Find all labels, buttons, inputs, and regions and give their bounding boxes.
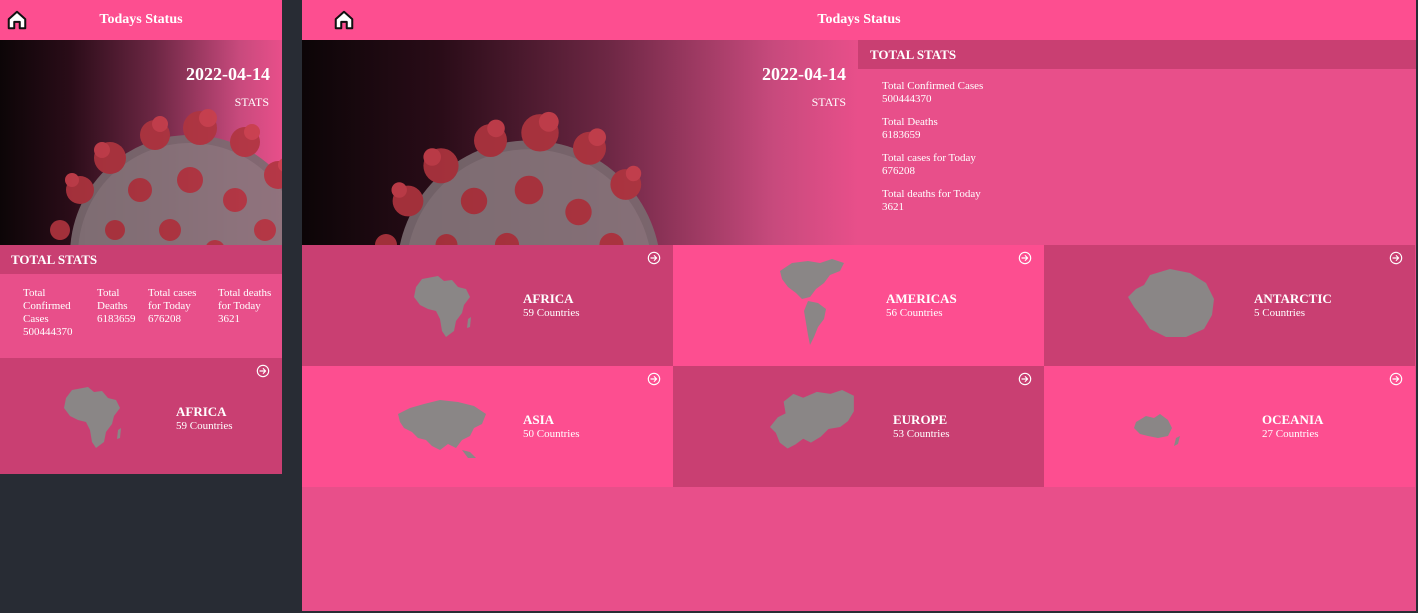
- stat-deaths: Total Deaths 6183659: [97, 287, 139, 358]
- arrow-circle-right-icon[interactable]: [647, 372, 661, 386]
- arrow-circle-right-icon[interactable]: [1018, 372, 1032, 386]
- africa-map-icon: [56, 384, 130, 454]
- stat-deaths-today: Total deaths for Today 3621: [882, 188, 1416, 214]
- home-icon[interactable]: [333, 9, 355, 31]
- continent-card-oceania[interactable]: OCEANIA 27 Countries: [1044, 366, 1415, 487]
- hero-banner: 2022-04-14 STATS: [0, 40, 282, 245]
- desktop-panel: Todays Status 2022-04-14 STATS TOTAL STA…: [302, 0, 1416, 611]
- total-stats-heading: TOTAL STATS: [858, 40, 1416, 69]
- stat-cases-today: Total cases for Today 676208: [882, 152, 1416, 178]
- top-bar: Todays Status: [302, 0, 1416, 40]
- stat-value: 676208: [148, 313, 181, 325]
- continent-count: 53 Countries: [893, 428, 950, 440]
- africa-map-icon: [406, 273, 480, 343]
- mobile-panel: Todays Status 2022-04-14 STATS TOTAL STA…: [0, 0, 282, 474]
- stat-label: Total Deaths: [97, 287, 128, 312]
- continent-card-africa[interactable]: AFRICA 59 Countries: [0, 358, 282, 474]
- total-stats-row: Total Confirmed Cases 500444370 Total De…: [0, 274, 282, 358]
- stat-label: Total cases for Today: [882, 152, 976, 164]
- asia-map-icon: [392, 394, 492, 464]
- antarctic-map-icon: [1120, 263, 1220, 343]
- stat-label: Total deaths for Today: [218, 287, 272, 312]
- stat-deaths-today: Total deaths for Today 3621: [218, 287, 280, 358]
- stat-confirmed: Total Confirmed Cases 500444370: [882, 80, 1416, 106]
- europe-map-icon: [759, 388, 859, 466]
- continent-name: ANTARCTIC: [1254, 291, 1332, 306]
- stat-confirmed: Total Confirmed Cases 500444370: [23, 287, 88, 358]
- oceania-map-icon: [1128, 408, 1188, 448]
- total-stats-heading: TOTAL STATS: [0, 245, 282, 274]
- continent-count: 59 Countries: [523, 307, 580, 319]
- continent-name: ASIA: [523, 412, 555, 427]
- stat-label: Total Deaths: [882, 116, 938, 128]
- hero-date: 2022-04-14: [762, 64, 846, 84]
- continent-name: EUROPE: [893, 412, 948, 427]
- stat-value: 500444370: [23, 326, 73, 338]
- continent-name: AMERICAS: [886, 291, 957, 306]
- continent-count: 50 Countries: [523, 428, 580, 440]
- arrow-circle-right-icon[interactable]: [1018, 251, 1032, 265]
- stat-label: Total cases for Today: [148, 287, 197, 312]
- page-title: Todays Status: [817, 12, 901, 27]
- stat-cases-today: Total cases for Today 676208: [148, 287, 209, 358]
- americas-map-icon: [772, 257, 852, 347]
- continent-card-antarctic[interactable]: ANTARCTIC 5 Countries: [1044, 245, 1415, 366]
- hero-subtitle: STATS: [234, 95, 269, 109]
- continent-card-asia[interactable]: ASIA 50 Countries: [302, 366, 673, 487]
- total-stats-box: TOTAL STATS Total Confirmed Cases 500444…: [858, 40, 1416, 245]
- continent-count: 56 Countries: [886, 307, 943, 319]
- stat-value: 6183659: [882, 129, 921, 141]
- hero-date: 2022-04-14: [186, 64, 270, 84]
- stat-label: Total Confirmed Cases: [882, 80, 984, 92]
- stat-deaths: Total Deaths 6183659: [882, 116, 1416, 142]
- stat-value: 3621: [218, 313, 240, 325]
- continent-name: AFRICA: [523, 291, 574, 306]
- continent-card-europe[interactable]: EUROPE 53 Countries: [673, 366, 1044, 487]
- continent-name: AFRICA: [176, 404, 227, 419]
- hero-banner: 2022-04-14 STATS: [302, 40, 858, 245]
- continent-count: 5 Countries: [1254, 307, 1306, 319]
- continent-count: 59 Countries: [176, 420, 233, 432]
- virus-image: [342, 80, 672, 245]
- page-title: Todays Status: [99, 12, 183, 27]
- continent-name: OCEANIA: [1262, 412, 1324, 427]
- home-icon[interactable]: [6, 9, 28, 31]
- stat-label: Total Confirmed Cases: [23, 287, 71, 325]
- stat-label: Total deaths for Today: [882, 188, 981, 200]
- continent-card-africa[interactable]: AFRICA 59 Countries: [302, 245, 673, 366]
- total-stats-list: Total Confirmed Cases 500444370 Total De…: [858, 69, 1416, 214]
- stat-value: 676208: [882, 165, 915, 177]
- arrow-circle-right-icon[interactable]: [647, 251, 661, 265]
- hero-subtitle: STATS: [811, 95, 846, 109]
- continent-card-americas[interactable]: AMERICAS 56 Countries: [673, 245, 1044, 366]
- arrow-circle-right-icon[interactable]: [256, 364, 270, 378]
- continent-count: 27 Countries: [1262, 428, 1319, 440]
- arrow-circle-right-icon[interactable]: [1389, 372, 1403, 386]
- top-bar: Todays Status: [0, 0, 282, 40]
- arrow-circle-right-icon[interactable]: [1389, 251, 1403, 265]
- stat-value: 500444370: [882, 93, 932, 105]
- stat-value: 6183659: [97, 313, 136, 325]
- stat-value: 3621: [882, 201, 904, 213]
